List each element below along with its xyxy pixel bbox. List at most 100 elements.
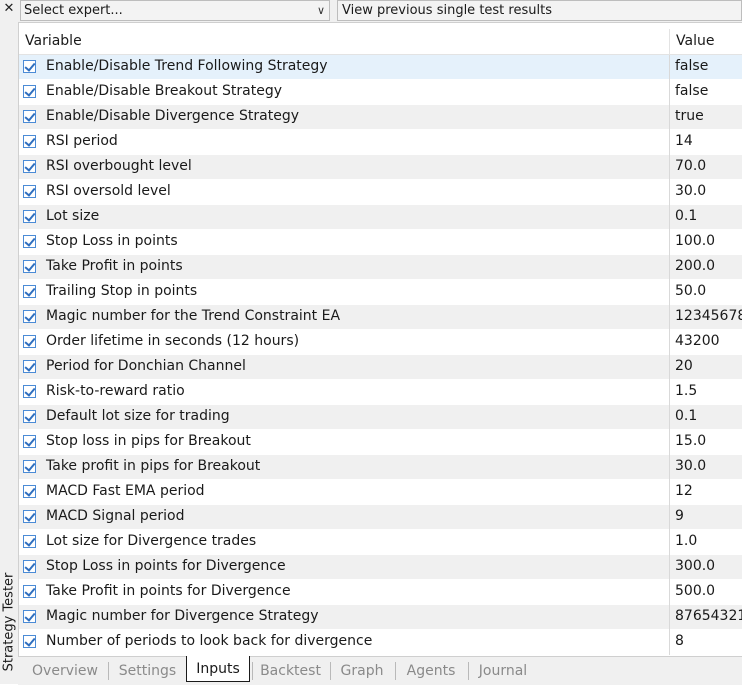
table-row[interactable]: Trailing Stop in points 50.0 (19, 280, 742, 305)
variable-value[interactable]: 200.0 (675, 258, 715, 274)
row-checkbox[interactable] (23, 185, 36, 198)
table-row[interactable]: Lot size for Divergence trades 1.0 (19, 530, 742, 555)
column-header-value[interactable]: Value (676, 33, 714, 49)
table-row[interactable]: Stop Loss in points for Divergence 300.0 (19, 555, 742, 580)
row-checkbox[interactable] (23, 110, 36, 123)
variable-value[interactable]: 30.0 (675, 458, 706, 474)
row-checkbox[interactable] (23, 535, 36, 548)
row-checkbox[interactable] (23, 560, 36, 573)
table-row[interactable]: Lot size 0.1 (19, 205, 742, 230)
table-row[interactable]: Magic number for Divergence Strategy 8765… (19, 605, 742, 630)
row-checkbox[interactable] (23, 160, 36, 173)
row-checkbox[interactable] (23, 285, 36, 298)
row-checkbox[interactable] (23, 510, 36, 523)
tab-agents[interactable]: Agents (396, 660, 466, 682)
variable-value[interactable]: 500.0 (675, 583, 715, 599)
tab-graph[interactable]: Graph (331, 660, 393, 682)
table-row[interactable]: Default lot size for trading 0.1 (19, 405, 742, 430)
variable-value[interactable]: 8 (675, 633, 684, 649)
table-row[interactable]: Take profit in pips for Breakout 30.0 (19, 455, 742, 480)
variable-value[interactable]: false (675, 83, 708, 99)
table-row[interactable]: Magic number for the Trend Constraint EA… (19, 305, 742, 330)
variable-name: Enable/Disable Breakout Strategy (46, 83, 283, 99)
tab-inputs[interactable]: Inputs (186, 656, 250, 682)
column-divider[interactable] (669, 29, 670, 54)
variable-value[interactable]: 15.0 (675, 433, 706, 449)
row-checkbox[interactable] (23, 310, 36, 323)
column-divider (669, 55, 670, 80)
table-row[interactable]: Stop loss in pips for Breakout 15.0 (19, 430, 742, 455)
table-header: Variable Value (19, 29, 742, 55)
row-checkbox[interactable] (23, 210, 36, 223)
row-checkbox[interactable] (23, 585, 36, 598)
table-row[interactable]: Enable/Disable Divergence Strategy true (19, 105, 742, 130)
tab-overview[interactable]: Overview (24, 660, 106, 682)
row-checkbox[interactable] (23, 610, 36, 623)
table-row[interactable]: MACD Fast EMA period 12 (19, 480, 742, 505)
table-row[interactable]: Enable/Disable Breakout Strategy false (19, 80, 742, 105)
column-divider (669, 330, 670, 355)
column-divider (669, 280, 670, 305)
table-row[interactable]: Take Profit in points for Divergence 500.… (19, 580, 742, 605)
variable-value[interactable]: 87654321 (675, 608, 742, 624)
column-header-variable[interactable]: Variable (25, 33, 82, 49)
variable-value[interactable]: 20 (675, 358, 693, 374)
table-row[interactable]: Period for Donchian Channel 20 (19, 355, 742, 380)
row-checkbox[interactable] (23, 85, 36, 98)
variable-value[interactable]: 12 (675, 483, 693, 499)
close-icon[interactable]: ✕ (0, 0, 18, 18)
table-row[interactable]: RSI overbought level 70.0 (19, 155, 742, 180)
table-row[interactable]: RSI oversold level 30.0 (19, 180, 742, 205)
row-checkbox[interactable] (23, 335, 36, 348)
row-checkbox[interactable] (23, 235, 36, 248)
variable-value[interactable]: 9 (675, 508, 684, 524)
variable-value[interactable]: 12345678 (675, 308, 742, 324)
tab-backtest[interactable]: Backtest (253, 660, 328, 682)
table-row[interactable]: Stop Loss in points 100.0 (19, 230, 742, 255)
variable-value[interactable]: 0.1 (675, 408, 697, 424)
row-checkbox[interactable] (23, 360, 36, 373)
table-row[interactable]: Take Profit in points 200.0 (19, 255, 742, 280)
row-checkbox[interactable] (23, 260, 36, 273)
variable-value[interactable]: true (675, 108, 704, 124)
variable-name: Default lot size for trading (46, 408, 230, 424)
view-previous-results-button[interactable]: View previous single test results (337, 0, 742, 21)
column-divider (669, 305, 670, 330)
variable-value[interactable]: 1.0 (675, 533, 697, 549)
tab-journal[interactable]: Journal (470, 660, 536, 682)
variable-value[interactable]: false (675, 58, 708, 74)
variable-value[interactable]: 50.0 (675, 283, 706, 299)
variable-value[interactable]: 43200 (675, 333, 720, 349)
variable-name: Period for Donchian Channel (46, 358, 246, 374)
table-row[interactable]: MACD Signal period 9 (19, 505, 742, 530)
row-checkbox[interactable] (23, 635, 36, 648)
row-checkbox[interactable] (23, 435, 36, 448)
tab-settings[interactable]: Settings (111, 660, 184, 682)
variable-value[interactable]: 100.0 (675, 233, 715, 249)
table-row[interactable]: RSI period 14 (19, 130, 742, 155)
row-checkbox[interactable] (23, 60, 36, 73)
row-checkbox[interactable] (23, 460, 36, 473)
variable-value[interactable]: 300.0 (675, 558, 715, 574)
variable-name: Trailing Stop in points (46, 283, 198, 299)
variable-name: Risk-to-reward ratio (46, 383, 185, 399)
table-row[interactable]: Enable/Disable Trend Following Strategy f… (19, 55, 742, 80)
row-checkbox[interactable] (23, 385, 36, 398)
variable-value[interactable]: 0.1 (675, 208, 697, 224)
variable-name: Order lifetime in seconds (12 hours) (46, 333, 300, 349)
table-row[interactable]: Number of periods to look back for diver… (19, 630, 742, 655)
table-row[interactable]: Risk-to-reward ratio 1.5 (19, 380, 742, 405)
table-row[interactable]: Order lifetime in seconds (12 hours) 4320… (19, 330, 742, 355)
expert-select[interactable]: Select expert... ∨ (20, 0, 330, 21)
variable-value[interactable]: 70.0 (675, 158, 706, 174)
row-checkbox[interactable] (23, 135, 36, 148)
variable-name: Lot size for Divergence trades (46, 533, 257, 549)
chevron-down-icon[interactable]: ∨ (317, 1, 325, 20)
column-divider (669, 180, 670, 205)
row-checkbox[interactable] (23, 410, 36, 423)
variable-value[interactable]: 1.5 (675, 383, 697, 399)
row-checkbox[interactable] (23, 485, 36, 498)
variable-name: Take Profit in points (46, 258, 183, 274)
variable-value[interactable]: 14 (675, 133, 693, 149)
variable-value[interactable]: 30.0 (675, 183, 706, 199)
